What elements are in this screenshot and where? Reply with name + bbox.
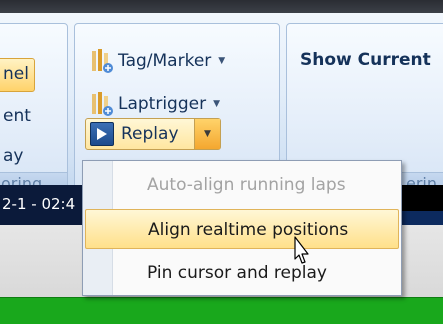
lap-bar-green	[0, 297, 443, 324]
laptrigger-label: Laptrigger	[118, 94, 207, 114]
menu-item-auto-align-running-laps[interactable]: Auto-align running laps	[85, 165, 399, 205]
timestamp-label: 2-1 - 02:4	[2, 195, 76, 213]
show-current-button[interactable]: Show Current	[300, 50, 431, 70]
chevron-down-icon: ▼	[204, 129, 211, 139]
display-button-label[interactable]: ay	[3, 146, 23, 166]
ribbon-group-left: nel ent ay oring	[0, 23, 68, 195]
app-window: nel ent ay oring Tag/Marker ▼ Laptrigger…	[0, 0, 443, 324]
event-button-label[interactable]: ent	[3, 106, 31, 126]
chevron-down-icon: ▼	[213, 99, 221, 109]
menu-item-pin-cursor-and-replay[interactable]: Pin cursor and replay	[85, 253, 399, 293]
chevron-down-icon: ▼	[218, 56, 226, 66]
replay-dropdown-menu: Auto-align running laps Align realtime p…	[82, 160, 402, 296]
title-bar	[0, 0, 443, 13]
tag-marker-label: Tag/Marker	[118, 51, 212, 71]
mouse-pointer-icon	[294, 236, 309, 264]
menu-item-align-realtime-positions[interactable]: Align realtime positions	[85, 209, 399, 249]
replay-label: Replay	[121, 124, 179, 144]
laptrigger-button[interactable]: Laptrigger ▼	[89, 89, 220, 119]
replay-button[interactable]: Replay ▼	[85, 118, 221, 150]
laptrigger-icon	[92, 92, 113, 116]
play-icon	[90, 122, 114, 146]
tag-marker-button[interactable]: Tag/Marker ▼	[89, 46, 225, 76]
panel-button-label: nel	[3, 64, 29, 84]
replay-dropdown-arrow[interactable]: ▼	[194, 119, 220, 149]
tag-marker-icon	[92, 49, 113, 73]
menu-item-label: Auto-align running laps	[147, 175, 346, 195]
menu-item-label: Align realtime positions	[148, 220, 349, 240]
